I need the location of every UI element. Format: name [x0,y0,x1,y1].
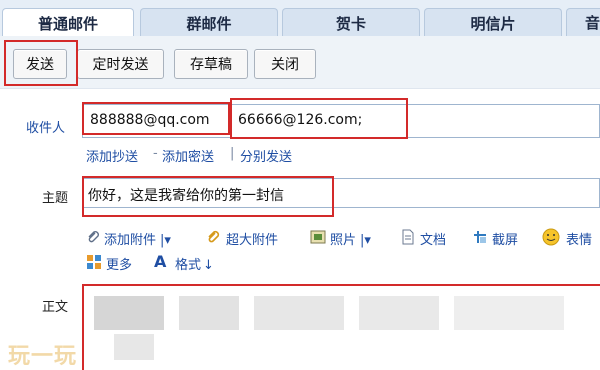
format-arrow-icon: ↓ [203,258,214,273]
more-grid-icon [87,255,101,269]
blurred-text [179,296,239,330]
tab-normal-mail[interactable]: 普通邮件 [2,8,134,37]
photo-icon [310,230,326,244]
more-link[interactable]: 更多 [106,254,132,273]
photo-label: 照片 [330,233,357,248]
tab-bar: 普通邮件 群邮件 贺卡 明信片 音 [0,0,600,37]
emoji-link[interactable]: 表情 [566,229,592,248]
blurred-text [114,334,154,360]
schedule-send-button[interactable]: 定时发送 [77,49,164,79]
format-link[interactable]: 格式 ↓ [175,254,214,273]
subject-label: 主题 [42,191,69,206]
tab-label: 贺卡 [335,14,366,33]
tab-label: 群邮件 [186,14,232,33]
close-button[interactable]: 关闭 [254,49,316,79]
chevron-down-icon[interactable]: |▾ [160,233,171,248]
tab-label: 普通邮件 [37,14,98,33]
link-dash: - [153,146,158,161]
format-icon: A [154,252,167,271]
body-editor[interactable] [82,284,600,370]
blurred-text [454,296,564,330]
emoji-icon [542,228,560,246]
blurred-text [254,296,344,330]
document-icon [402,229,414,245]
tab-label: 明信片 [470,14,516,33]
add-attachment-label: 添加附件 [104,233,157,248]
large-attachment-link[interactable]: 超大附件 [226,229,278,248]
schedule-label: 定时发送 [92,57,149,73]
screenshot-icon [474,231,486,243]
send-button[interactable]: 发送 [13,49,67,79]
tab-group-mail[interactable]: 群邮件 [140,8,278,37]
blurred-text [359,296,439,330]
tab-label: 音 [585,14,600,32]
add-bcc-link[interactable]: 添加密送 [162,146,214,165]
body-label: 正文 [42,300,69,315]
recipient-label: 收件人 [26,121,66,136]
photo-link[interactable]: 照片 |▾ [330,229,371,248]
tab-music[interactable]: 音 [566,8,600,36]
chevron-down-icon[interactable]: |▾ [360,233,371,248]
draft-label: 存草稿 [190,57,232,73]
blurred-text [94,296,164,330]
format-label: 格式 [175,258,202,273]
toolbar: 发送 定时发送 存草稿 关闭 [0,36,600,89]
send-label: 发送 [26,57,54,73]
link-separator: | [230,146,235,161]
tab-postcard[interactable]: 明信片 [424,8,562,37]
save-draft-button[interactable]: 存草稿 [174,49,248,79]
document-link[interactable]: 文档 [420,229,446,248]
recipient-address-1[interactable]: 888888@qq.com [90,112,210,128]
watermark: 玩一玩 [8,344,78,369]
subject-value[interactable]: 你好，这是我寄给你的第一封信 [88,185,284,205]
tab-card[interactable]: 贺卡 [282,8,420,37]
add-cc-link[interactable]: 添加抄送 [86,146,138,165]
recipient-address-2[interactable]: 66666@126.com; [238,112,362,128]
screenshot-link[interactable]: 截屏 [492,229,518,248]
send-separately-link[interactable]: 分别发送 [240,146,292,165]
add-attachment-link[interactable]: 添加附件 |▾ [104,229,171,248]
close-label: 关闭 [271,57,299,73]
large-attachment-icon [208,230,220,243]
paperclip-icon [88,231,99,243]
